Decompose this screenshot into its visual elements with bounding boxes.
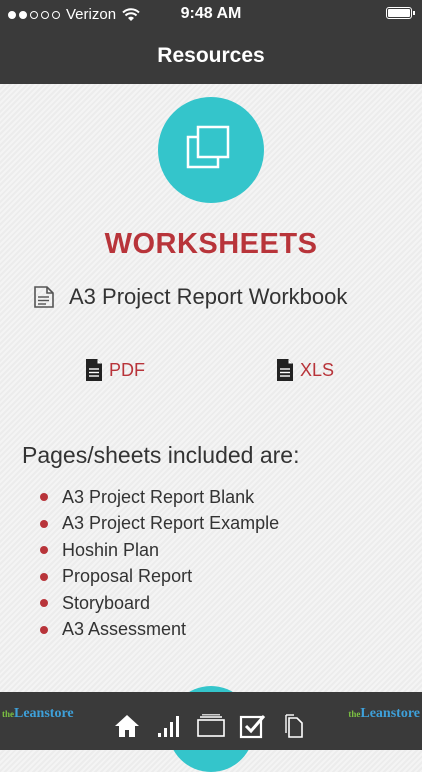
folder-icon [197,714,225,737]
checkbox-icon [239,715,266,739]
tab-checklist[interactable] [238,712,268,740]
clock: 9:48 AM [180,5,242,22]
section-title: WORKSHEETS [104,228,318,260]
list-item: A3 Project Report Example [40,511,279,538]
nav-bar: Resources [0,28,422,84]
list-item-label: A3 Project Report Blank [62,486,255,507]
tab-bar: theLeanstore theLeanstore [0,692,422,750]
battery-icon [386,7,415,19]
list-item-label: A3 Project Report Example [62,513,280,534]
bullet [40,519,48,528]
document-row: A3 Project Report Workbook [33,284,347,310]
list-item-label: Hoshin Plan [62,539,160,560]
bullet [40,546,48,555]
document-title: A3 Project Report Workbook [69,284,348,309]
list-item: A3 Assessment [40,617,279,644]
pdf-link[interactable]: PDF [85,358,145,382]
xls-label: XLS [300,359,335,380]
list-item: Storyboard [40,590,279,617]
tab-documents[interactable] [280,712,310,740]
list-item-label: A3 Assessment [62,619,187,640]
list-item: Proposal Report [40,564,279,591]
pages-heading: Pages/sheets included are: [22,442,300,468]
bullet [40,599,48,608]
pdf-label: PDF [109,359,145,380]
tab-home[interactable] [112,712,142,740]
copy-squares-icon [186,125,230,169]
status-bar: Verizon 9:48 AM [0,0,422,28]
list-item-label: Proposal Report [62,566,193,587]
bullet [40,572,48,581]
bullet [40,493,48,502]
pages-list: A3 Project Report Blank A3 Project Repor… [40,484,279,643]
section-icon-circle [158,97,264,203]
home-icon [115,715,139,737]
chart-icon [158,716,179,737]
brand-logo-left[interactable]: theLeanstore [2,706,74,722]
file-icon [277,359,293,381]
tab-folders[interactable] [196,712,226,740]
bullet [40,625,48,634]
page-title: Resources [157,44,265,67]
xls-link[interactable]: XLS [276,358,334,382]
brand-logo-right[interactable]: theLeanstore [348,706,420,722]
tab-chart[interactable] [154,712,184,740]
document-icon [34,286,54,308]
list-item: A3 Project Report Blank [40,484,279,511]
list-item-label: Storyboard [62,592,151,613]
documents-icon [285,714,303,738]
list-item: Hoshin Plan [40,537,279,564]
file-icon [86,359,102,381]
